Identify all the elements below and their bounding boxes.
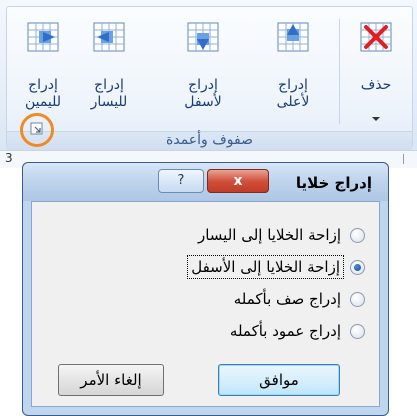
option-entire-column[interactable]: إدراج عمود بأكمله (45, 316, 365, 346)
column-divider (403, 154, 404, 164)
insert-above-button[interactable]: إدراج لأعلى (257, 19, 329, 119)
help-button[interactable]: ? (158, 169, 204, 193)
insert-below-label: إدراج لأسفل (184, 77, 222, 110)
dialog-titlebar[interactable]: ? x إدراج خلايا (23, 163, 388, 201)
radio-shift-left[interactable] (350, 227, 365, 243)
column-number: 3 (5, 151, 13, 165)
delete-label: حذف (360, 77, 392, 93)
dialog-launcher-icon[interactable] (30, 122, 44, 136)
insert-below-icon (187, 22, 219, 52)
dialog-body: إزاحة الخلايا إلى اليسار إزاحة الخلايا إ… (31, 201, 380, 407)
ok-button[interactable]: موافق (218, 364, 340, 396)
insert-right-icon (27, 22, 59, 52)
option-entire-row[interactable]: إدراج صف بأكمله (45, 284, 365, 314)
insert-above-icon (277, 22, 309, 52)
insert-left-icon (93, 22, 125, 52)
option-label: إدراج صف بأكمله (233, 290, 341, 308)
close-button[interactable]: x (207, 169, 269, 193)
dialog-title: إدراج خلايا (295, 174, 372, 192)
delete-button[interactable]: حذف (345, 19, 407, 121)
insert-right-button[interactable]: إدراج لليمين (11, 19, 75, 119)
insert-left-button[interactable]: إدراج لليسار (77, 19, 141, 119)
option-label: إزاحة الخلايا إلى الأسفل (187, 255, 344, 279)
option-shift-left[interactable]: إزاحة الخلايا إلى اليسار (45, 220, 365, 250)
rows-columns-group: إدراج لليمين إدراج لليسار إدراج لأسفل إد… (6, 6, 413, 154)
delete-x-icon (360, 22, 392, 52)
option-shift-down[interactable]: إزاحة الخلايا إلى الأسفل (45, 252, 365, 282)
option-label: إزاحة الخلايا إلى اليسار (197, 226, 341, 244)
radio-shift-down[interactable] (350, 259, 365, 275)
ribbon-separator (339, 19, 340, 124)
option-label: إدراج عمود بأكمله (229, 322, 341, 340)
cancel-button[interactable]: إلغاء الأمر (58, 364, 164, 396)
insert-options: إزاحة الخلايا إلى اليسار إزاحة الخلايا إ… (45, 220, 365, 348)
radio-entire-column[interactable] (350, 323, 365, 339)
insert-left-label: إدراج لليسار (90, 77, 128, 110)
chevron-down-icon (372, 117, 380, 121)
insert-cells-dialog: ? x إدراج خلايا إزاحة الخلايا إلى اليسار… (22, 162, 389, 416)
ribbon: إدراج لليمين إدراج لليسار إدراج لأسفل إد… (0, 0, 417, 154)
insert-right-label: إدراج لليمين (24, 77, 62, 110)
radio-entire-row[interactable] (350, 291, 365, 307)
insert-above-label: إدراج لأعلى (276, 77, 310, 110)
insert-below-button[interactable]: إدراج لأسفل (167, 19, 239, 119)
